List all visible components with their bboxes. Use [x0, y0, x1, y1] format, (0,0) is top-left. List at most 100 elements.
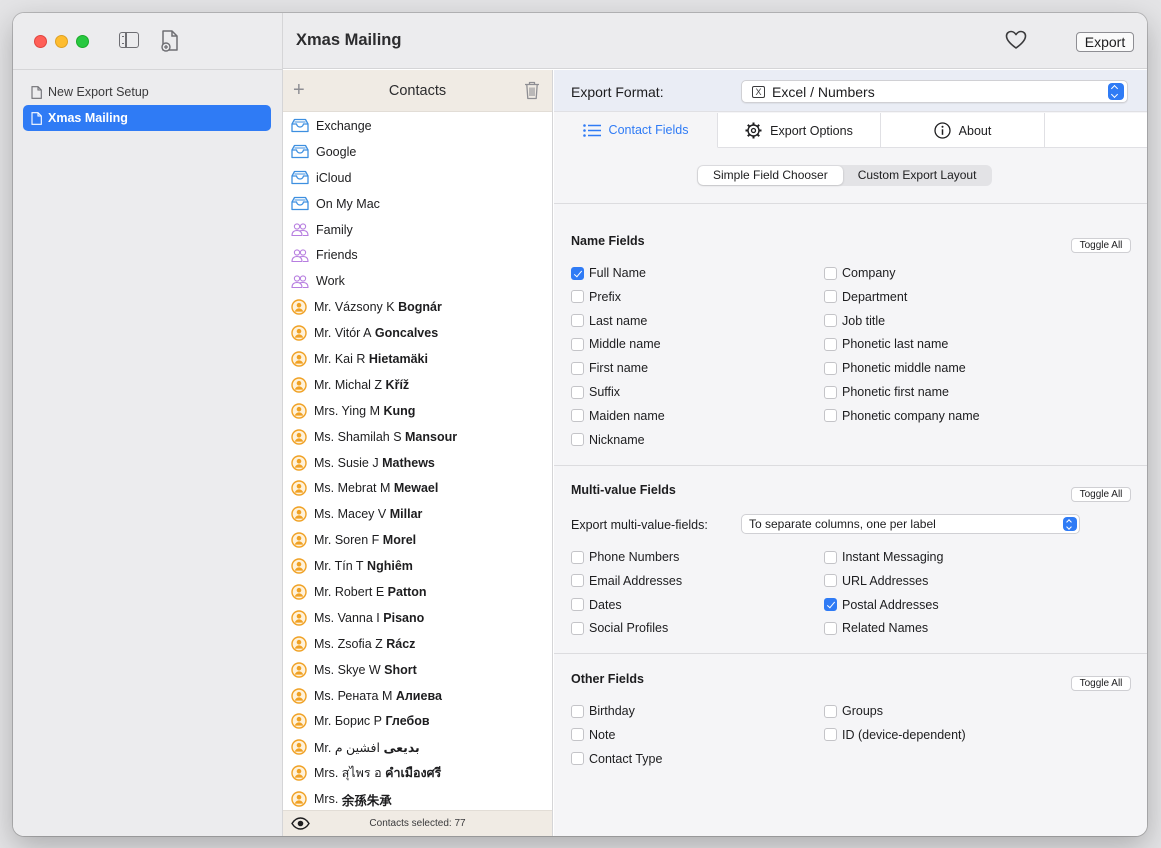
checkbox[interactable]	[571, 409, 584, 423]
other-fields-toggle-all-button[interactable]: Toggle All	[1071, 676, 1131, 691]
checkbox[interactable]	[571, 621, 584, 635]
list-item[interactable]: Exchange	[283, 113, 552, 139]
list-item[interactable]: iCloud	[283, 165, 552, 191]
checkbox[interactable]	[824, 550, 837, 564]
checkbox[interactable]	[824, 704, 837, 718]
zoom-window-button[interactable]	[76, 35, 89, 48]
checkbox[interactable]	[571, 266, 584, 280]
field-option[interactable]: Postal Addresses	[824, 598, 939, 612]
list-item[interactable]: Friends	[283, 242, 552, 268]
list-item[interactable]: Mr. افشین م بدیعی	[283, 734, 552, 760]
export-button[interactable]: Export	[1076, 32, 1134, 52]
list-item[interactable]: Ms. Susie J Mathews	[283, 450, 552, 476]
field-option[interactable]: Contact Type	[571, 752, 662, 766]
field-option[interactable]: Job title	[824, 314, 885, 328]
name-fields-toggle-all-button[interactable]: Toggle All	[1071, 238, 1131, 253]
mode-custom-export-layout[interactable]: Custom Export Layout	[843, 166, 992, 185]
list-item[interactable]: Ms. Zsofia Z Rácz	[283, 631, 552, 657]
minimize-window-button[interactable]	[55, 35, 68, 48]
checkbox[interactable]	[824, 361, 837, 375]
field-option[interactable]: Suffix	[571, 385, 620, 399]
sidebar-item-new-export-setup[interactable]: New Export Setup	[23, 79, 271, 105]
field-option[interactable]: Department	[824, 290, 907, 304]
field-option[interactable]: Email Addresses	[571, 574, 682, 588]
list-item[interactable]: Ms. Vanna I Pisano	[283, 605, 552, 631]
checkbox[interactable]	[824, 314, 837, 328]
checkbox[interactable]	[571, 337, 584, 351]
checkbox[interactable]	[571, 598, 584, 612]
tab-about[interactable]: About	[881, 113, 1045, 148]
export-format-select[interactable]: X Excel / Numbers	[741, 80, 1128, 103]
checkbox[interactable]	[824, 728, 837, 742]
checkbox[interactable]	[824, 337, 837, 351]
checkbox[interactable]	[824, 409, 837, 423]
checkbox[interactable]	[824, 598, 837, 612]
list-item[interactable]: Mrs. 余孫朱承	[283, 786, 552, 812]
checkbox[interactable]	[824, 621, 837, 635]
list-item[interactable]: On My Mac	[283, 191, 552, 217]
sidebar-toggle-icon[interactable]	[119, 32, 139, 48]
field-option[interactable]: Birthday	[571, 704, 635, 718]
list-item[interactable]: Mr. Vitór A Goncalves	[283, 320, 552, 346]
field-option[interactable]: URL Addresses	[824, 574, 928, 588]
multi-value-mode-select[interactable]: To separate columns, one per label	[741, 514, 1080, 534]
tab-contact-fields[interactable]: Contact Fields	[554, 113, 718, 148]
checkbox[interactable]	[571, 314, 584, 328]
field-option[interactable]: Dates	[571, 598, 622, 612]
checkbox[interactable]	[824, 574, 837, 588]
field-option[interactable]: Groups	[824, 704, 883, 718]
field-option[interactable]: Phonetic middle name	[824, 361, 966, 375]
list-item[interactable]: Mr. Tín T Nghiêm	[283, 553, 552, 579]
checkbox[interactable]	[824, 290, 837, 304]
field-option[interactable]: Related Names	[824, 621, 928, 635]
field-option[interactable]: Instant Messaging	[824, 550, 943, 564]
checkbox[interactable]	[571, 752, 584, 766]
field-option[interactable]: Full Name	[571, 266, 646, 280]
list-item[interactable]: Mrs. สุไพร อ คำเมืองศรี	[283, 760, 552, 786]
checkbox[interactable]	[571, 433, 584, 447]
checkbox[interactable]	[571, 550, 584, 564]
field-option[interactable]: Phonetic last name	[824, 337, 948, 351]
list-item[interactable]: Mr. Soren F Morel	[283, 527, 552, 553]
list-item[interactable]: Ms. Рената М Алиева	[283, 683, 552, 709]
list-item[interactable]: Ms. Shamilah S Mansour	[283, 424, 552, 450]
field-option[interactable]: Prefix	[571, 290, 621, 304]
checkbox[interactable]	[571, 361, 584, 375]
heart-icon[interactable]	[1005, 30, 1027, 50]
field-option[interactable]: Middle name	[571, 337, 661, 351]
field-option[interactable]: Social Profiles	[571, 621, 668, 635]
list-item[interactable]: Google	[283, 139, 552, 165]
checkbox[interactable]	[571, 704, 584, 718]
checkbox[interactable]	[824, 266, 837, 280]
checkbox[interactable]	[571, 574, 584, 588]
field-option[interactable]: Nickname	[571, 433, 645, 447]
checkbox[interactable]	[571, 290, 584, 304]
list-item[interactable]: Ms. Mebrat M Mewael	[283, 475, 552, 501]
field-option[interactable]: Phone Numbers	[571, 550, 679, 564]
sidebar-item-xmas-mailing[interactable]: Xmas Mailing	[23, 105, 271, 131]
mode-simple-field-chooser[interactable]: Simple Field Chooser	[698, 166, 843, 185]
list-item[interactable]: Mr. Michal Z Kříž	[283, 372, 552, 398]
list-item[interactable]: Family	[283, 217, 552, 243]
list-item[interactable]: Mr. Vázsony K Bognár	[283, 294, 552, 320]
field-option[interactable]: First name	[571, 361, 648, 375]
field-option[interactable]: Phonetic company name	[824, 409, 980, 423]
list-item[interactable]: Mr. Борис Р Глебов	[283, 708, 552, 734]
field-option[interactable]: Last name	[571, 314, 647, 328]
field-option[interactable]: Note	[571, 728, 615, 742]
field-option[interactable]: ID (device-dependent)	[824, 728, 966, 742]
trash-icon[interactable]	[524, 81, 540, 100]
checkbox[interactable]	[571, 728, 584, 742]
list-item[interactable]: Ms. Skye W Short	[283, 657, 552, 683]
list-item[interactable]: Mr. Kai R Hietamäki	[283, 346, 552, 372]
field-option[interactable]: Maiden name	[571, 409, 665, 423]
list-item[interactable]: Mrs. Ying M Kung	[283, 398, 552, 424]
checkbox[interactable]	[824, 385, 837, 399]
multi-value-toggle-all-button[interactable]: Toggle All	[1071, 487, 1131, 502]
new-document-icon[interactable]	[161, 30, 179, 52]
checkbox[interactable]	[571, 385, 584, 399]
field-option[interactable]: Company	[824, 266, 896, 280]
list-item[interactable]: Mr. Robert E Patton	[283, 579, 552, 605]
close-window-button[interactable]	[34, 35, 47, 48]
tab-export-options[interactable]: Export Options	[718, 113, 881, 148]
